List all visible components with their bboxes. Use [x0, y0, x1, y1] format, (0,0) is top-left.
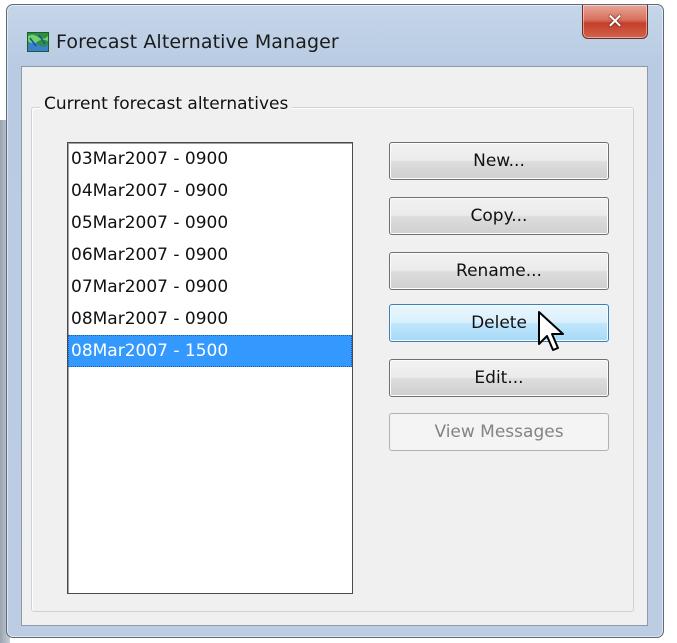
close-icon: ✕: [606, 9, 624, 33]
list-item[interactable]: 03Mar2007 - 0900: [68, 143, 352, 175]
title-bar[interactable]: Forecast Alternative Manager ✕: [7, 5, 663, 67]
forecast-map-icon: [27, 32, 49, 52]
list-item[interactable]: 08Mar2007 - 0900: [68, 303, 352, 335]
delete-button[interactable]: Delete: [389, 304, 609, 342]
dialog-client-area: Current forecast alternatives 03Mar2007 …: [21, 66, 648, 626]
edit-button[interactable]: Edit...: [389, 359, 609, 397]
list-item[interactable]: 04Mar2007 - 0900: [68, 175, 352, 207]
list-item-selected[interactable]: 08Mar2007 - 1500: [68, 335, 352, 367]
view-messages-button: View Messages: [389, 413, 609, 451]
list-item[interactable]: 06Mar2007 - 0900: [68, 239, 352, 271]
alternatives-list[interactable]: 03Mar2007 - 0900 04Mar2007 - 0900 05Mar2…: [67, 142, 353, 594]
close-button[interactable]: ✕: [582, 5, 648, 39]
rename-button[interactable]: Rename...: [389, 252, 609, 290]
new-button[interactable]: New...: [389, 142, 609, 180]
groupbox-label: Current forecast alternatives: [40, 94, 293, 114]
window-title: Forecast Alternative Manager: [56, 31, 339, 53]
list-item[interactable]: 05Mar2007 - 0900: [68, 207, 352, 239]
copy-button[interactable]: Copy...: [389, 197, 609, 235]
forecast-alternative-manager-dialog: Forecast Alternative Manager ✕ Current f…: [6, 4, 664, 638]
list-item[interactable]: 07Mar2007 - 0900: [68, 271, 352, 303]
